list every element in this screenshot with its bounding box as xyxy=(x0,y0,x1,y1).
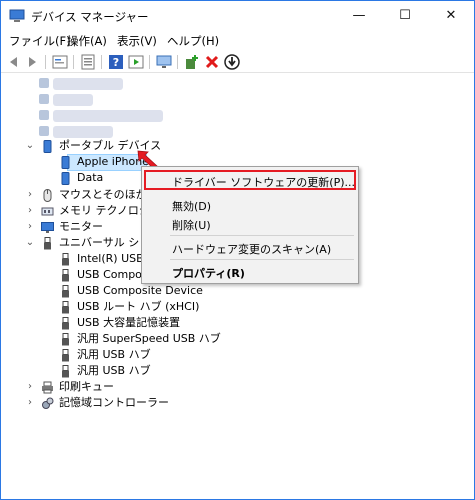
properties-icon[interactable] xyxy=(51,53,69,71)
portable-device-icon xyxy=(61,156,70,169)
tree-item-usb-device[interactable]: USB Composit xyxy=(1,267,155,283)
tree-item-label: USB Composite Device xyxy=(77,284,203,297)
menu-item-disable[interactable]: 無効(D) xyxy=(172,198,211,214)
menu-help[interactable]: ヘルプ(H) xyxy=(167,33,219,49)
blurred-row-icon xyxy=(39,78,49,88)
context-menu: ドライバー ソフトウェアの更新(P)... 無効(D) 削除(U) ハードウェア… xyxy=(141,166,359,284)
tree-item-usb-device[interactable]: USB ルート ハブ (xHCI) xyxy=(1,299,221,315)
menu-item-scan-hardware[interactable]: ハードウェア変更のスキャン(A) xyxy=(172,241,331,257)
usb-icon xyxy=(62,301,69,314)
menu-action[interactable]: 操作(A) xyxy=(67,33,107,49)
tree-node-storage-controllers[interactable]: › 記憶域コントローラー xyxy=(1,395,201,411)
tree-item-label: USB 大容量記憶装置 xyxy=(77,316,181,329)
tree-item-label: USB ルート ハブ (xHCI) xyxy=(77,300,200,313)
usb-icon xyxy=(62,333,69,346)
menu-item-properties[interactable]: プロパティ(R) xyxy=(172,265,245,281)
usb-icon xyxy=(62,253,69,266)
forward-icon[interactable] xyxy=(23,53,41,71)
device-tree: ⌄ ポータブル デバイス Apple iPhone Data › マウスとそのほ… xyxy=(1,74,474,499)
tree-node-label: 記憶域コントローラー xyxy=(59,396,169,409)
tree-item-data[interactable]: Data xyxy=(1,170,151,186)
tree-node-mice[interactable]: › マウスとそのほかのポ xyxy=(1,187,169,203)
usb-icon xyxy=(62,317,69,330)
chevron-right-icon[interactable]: › xyxy=(25,379,35,395)
blurred-row xyxy=(53,94,93,106)
tree-node-label: モニター xyxy=(59,220,103,233)
help-icon[interactable]: ? xyxy=(107,53,125,71)
toolbar-separator xyxy=(177,55,178,69)
device-manager-app-icon xyxy=(9,9,25,22)
tree-node-memory-technology[interactable]: › メモリ テクノロジ デバ xyxy=(1,203,175,219)
tree-item-usb-device[interactable]: 汎用 USB ハブ xyxy=(1,363,221,379)
blurred-row xyxy=(53,110,163,122)
menu-separator xyxy=(170,235,354,236)
tree-item-label: 汎用 USB ハブ xyxy=(77,364,151,377)
maximize-button[interactable]: ☐ xyxy=(382,1,428,31)
chevron-down-icon[interactable]: ⌄ xyxy=(25,138,35,154)
blurred-row-icon xyxy=(39,110,49,120)
portable-device-icon xyxy=(61,172,70,185)
tree-item-label: 汎用 USB ハブ xyxy=(77,348,151,361)
monitor-icon xyxy=(41,222,54,233)
tree-node-print-queues[interactable]: › 印刷キュー xyxy=(1,379,161,395)
tree-node-label: 印刷キュー xyxy=(59,380,114,393)
toolbar-separator xyxy=(73,55,74,69)
title-bar: デバイス マネージャー — ☐ ✕ xyxy=(1,1,474,31)
close-button[interactable]: ✕ xyxy=(428,1,474,31)
chevron-right-icon[interactable]: › xyxy=(25,203,35,219)
blurred-row-icon xyxy=(39,126,49,136)
device-manager-window: デバイス マネージャー — ☐ ✕ ファイル(F) 操作(A) 表示(V) ヘル… xyxy=(0,0,475,500)
tree-node-monitors[interactable]: › モニター xyxy=(1,219,141,235)
add-driver-icon[interactable] xyxy=(183,53,201,71)
tree-item-label: 汎用 SuperSpeed USB ハブ xyxy=(77,332,221,345)
mouse-icon xyxy=(43,189,52,202)
tree-item-usb-device[interactable]: 汎用 SuperSpeed USB ハブ xyxy=(1,331,241,347)
action-icon[interactable] xyxy=(127,53,145,71)
chevron-right-icon[interactable]: › xyxy=(25,219,35,235)
update-driver-icon[interactable] xyxy=(223,53,241,71)
blurred-row-icon xyxy=(39,94,49,104)
menu-bar: ファイル(F) 操作(A) 表示(V) ヘルプ(H) xyxy=(1,31,474,51)
svg-text:?: ? xyxy=(113,56,119,69)
usb-icon xyxy=(62,269,69,282)
portable-device-icon xyxy=(43,140,52,153)
list-icon[interactable] xyxy=(79,53,97,71)
menu-separator xyxy=(170,259,354,260)
menu-item-update-driver[interactable]: ドライバー ソフトウェアの更新(P)... xyxy=(172,174,355,190)
printer-icon xyxy=(42,381,53,394)
storage-controller-icon xyxy=(42,397,54,409)
toolbar-separator xyxy=(45,55,46,69)
monitor-icon[interactable] xyxy=(155,53,173,71)
usb-icon xyxy=(62,365,69,378)
tree-node-usb-controllers[interactable]: ⌄ ユニバーサル シリア xyxy=(1,235,161,251)
chevron-right-icon[interactable]: › xyxy=(25,395,35,411)
minimize-button[interactable]: — xyxy=(336,1,382,31)
usb-icon xyxy=(62,285,69,298)
blurred-row xyxy=(53,126,113,138)
window-title: デバイス マネージャー xyxy=(31,10,149,24)
usb-icon xyxy=(62,349,69,362)
usb-icon xyxy=(44,237,51,250)
tree-item-usb-device[interactable]: Intel(R) USB 3. xyxy=(1,251,158,267)
toolbar-separator xyxy=(149,55,150,69)
toolbar: ? xyxy=(1,51,474,73)
menu-item-delete[interactable]: 削除(U) xyxy=(172,217,211,233)
toolbar-separator xyxy=(101,55,102,69)
memory-icon xyxy=(41,207,54,216)
menu-file[interactable]: ファイル(F) xyxy=(9,33,71,49)
back-icon[interactable] xyxy=(5,53,23,71)
tree-item-apple-iphone[interactable]: Apple iPhone xyxy=(1,154,151,170)
menu-view[interactable]: 表示(V) xyxy=(117,33,157,49)
tree-item-label: Data xyxy=(77,171,104,184)
chevron-right-icon[interactable]: › xyxy=(25,187,35,203)
blurred-row xyxy=(53,78,123,90)
chevron-down-icon[interactable]: ⌄ xyxy=(25,235,35,251)
uninstall-icon[interactable] xyxy=(203,53,221,71)
tree-item-usb-device[interactable]: USB 大容量記憶装置 xyxy=(1,315,221,331)
tree-item-usb-device[interactable]: 汎用 USB ハブ xyxy=(1,347,221,363)
tree-item-usb-device[interactable]: USB Composite Device xyxy=(1,283,221,299)
